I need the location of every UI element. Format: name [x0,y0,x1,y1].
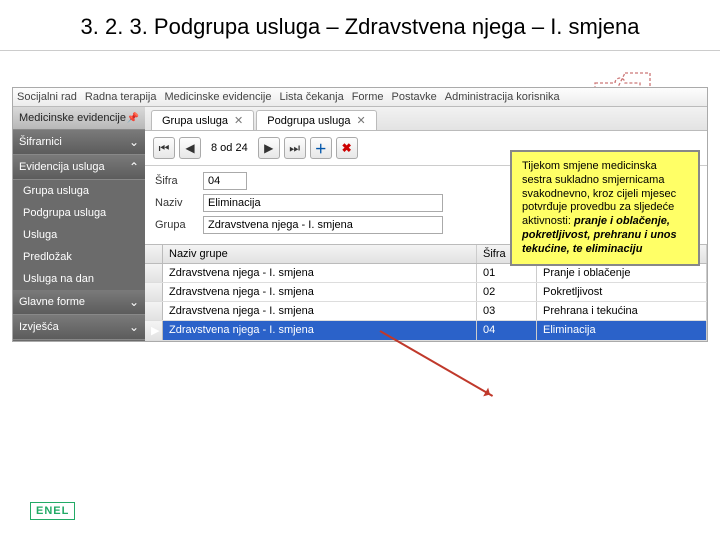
grupa-field[interactable]: Zdravstvena njega - I. smjena [203,216,443,234]
cell-sifra: 04 [477,321,537,340]
table-row[interactable]: Zdravstvena njega - I. smjena03Prehrana … [145,302,707,321]
sidebar-section[interactable]: Medicinske evidencije📌 [13,107,145,130]
cell-naziv: Pranje i oblačenje [537,264,707,282]
sidebar-item[interactable]: Podgrupa usluga [13,202,145,224]
sidebar-section[interactable]: Evidencija usluga⌃ [13,155,145,180]
row-selector[interactable] [145,264,163,282]
menubar: Socijalni rad Radna terapija Medicinske … [13,88,707,107]
col-name[interactable]: Naziv grupe [163,245,477,263]
sidebar-item[interactable]: Usluga [13,224,145,246]
tab[interactable]: Podgrupa usluga✕ [256,110,376,130]
first-button[interactable]: ⏮ [153,137,175,159]
naziv-field[interactable]: Eliminacija [203,194,443,212]
cell-naziv: Pokretljivost [537,283,707,301]
sidebar-section[interactable]: Glavne forme⌄ [13,290,145,315]
sidebar-item[interactable]: Predložak [13,246,145,268]
sifra-field[interactable]: 04 [203,172,247,190]
slide-title: 3. 2. 3. Podgrupa usluga – Zdravstvena n… [0,0,720,51]
cell-sifra: 02 [477,283,537,301]
tab[interactable]: Grupa usluga✕ [151,110,254,130]
next-button[interactable]: ▶ [258,137,280,159]
menu-item[interactable]: Administracija korisnika [445,91,560,103]
sidebar-item[interactable]: Grupa usluga [13,180,145,202]
table-row[interactable]: ▶Zdravstvena njega - I. smjena04Eliminac… [145,321,707,341]
naziv-label: Naziv [155,197,203,209]
tabs: Grupa usluga✕ Podgrupa usluga✕ [145,107,707,131]
table-row[interactable]: Zdravstvena njega - I. smjena01Pranje i … [145,264,707,283]
sifra-label: Šifra [155,175,203,187]
last-button[interactable]: ⏭ [284,137,306,159]
sidebar-section[interactable]: Šifrarnici⌄ [13,130,145,155]
cell-naziv: Eliminacija [537,321,707,340]
sidebar-section[interactable]: Izvješća⌄ [13,315,145,340]
cell-name: Zdravstvena njega - I. smjena [163,321,477,340]
grupa-label: Grupa [155,219,203,231]
pin-icon: 📌 [127,113,139,124]
add-button[interactable]: ＋ [310,137,332,159]
prev-button[interactable]: ◀ [179,137,201,159]
menu-item[interactable]: Medicinske evidencije [164,91,271,103]
delete-button[interactable]: ✖ [336,137,358,159]
menu-item[interactable]: Forme [352,91,384,103]
close-icon[interactable]: ✕ [234,114,243,127]
table-row[interactable]: Zdravstvena njega - I. smjena02Pokretlji… [145,283,707,302]
chevron-up-icon: ⌃ [129,160,139,174]
cell-name: Zdravstvena njega - I. smjena [163,302,477,320]
cell-name: Zdravstvena njega - I. smjena [163,283,477,301]
pager-text: 8 od 24 [205,142,254,154]
sidebar-item[interactable]: Usluga na dan [13,268,145,290]
chevron-down-icon: ⌄ [129,295,139,309]
chevron-down-icon: ⌄ [129,135,139,149]
sidebar: Medicinske evidencije📌 Šifrarnici⌄ Evide… [13,107,145,341]
menu-item[interactable]: Postavke [391,91,436,103]
close-icon[interactable]: ✕ [356,114,365,127]
cell-sifra: 01 [477,264,537,282]
callout-note: Tijekom smjene medicinska sestra sukladn… [510,150,700,266]
cell-naziv: Prehrana i tekućina [537,302,707,320]
chevron-down-icon: ⌄ [129,320,139,334]
row-selector[interactable] [145,283,163,301]
menu-item[interactable]: Socijalni rad [17,91,77,103]
cell-name: Zdravstvena njega - I. smjena [163,264,477,282]
row-selector[interactable] [145,302,163,320]
logo: ENEL [30,502,75,520]
menu-item[interactable]: Radna terapija [85,91,157,103]
row-selector[interactable]: ▶ [145,321,163,340]
cell-sifra: 03 [477,302,537,320]
menu-item[interactable]: Lista čekanja [279,91,343,103]
